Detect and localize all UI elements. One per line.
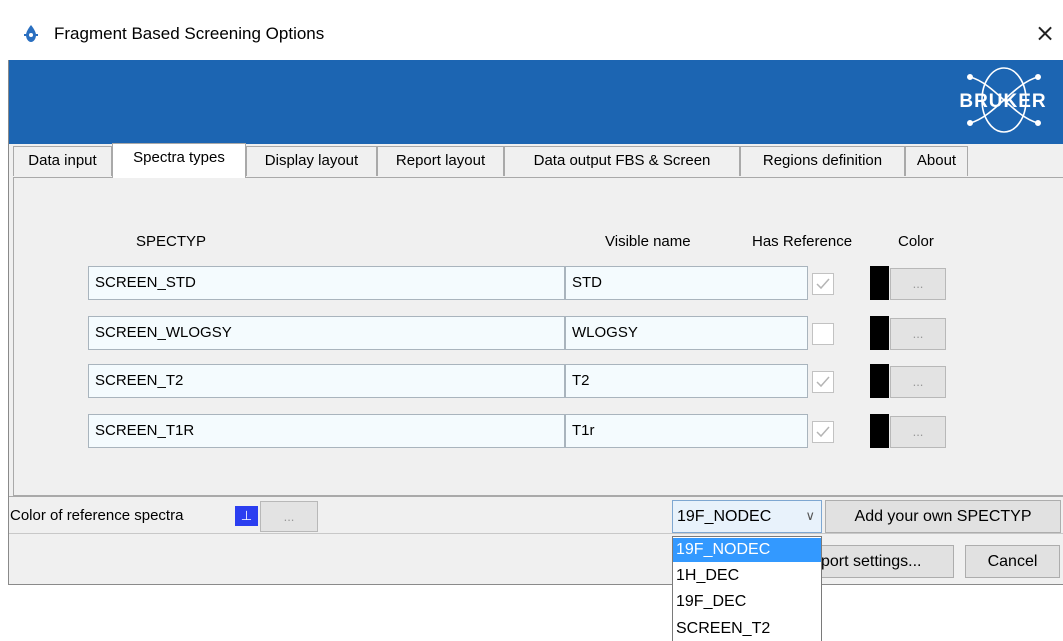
dropdown-option[interactable]: 19F_NODEC — [673, 538, 821, 562]
spectyp-field[interactable]: SCREEN_WLOGSY — [88, 316, 565, 350]
checkmark-icon — [816, 278, 830, 290]
tab-data-output[interactable]: Data output FBS & Screen — [504, 146, 740, 176]
spectyp-field[interactable]: SCREEN_T1R — [88, 414, 565, 448]
tab-data-input[interactable]: Data input — [13, 146, 112, 176]
tab-display-layout[interactable]: Display layout — [246, 146, 377, 176]
pick-color-button[interactable]: ... — [890, 366, 946, 398]
divider — [9, 533, 1063, 534]
pick-color-button[interactable]: ... — [890, 318, 946, 350]
close-button[interactable]: × — [1032, 20, 1058, 46]
color-swatch — [870, 414, 889, 448]
export-settings-button[interactable]: port settings... — [812, 545, 954, 578]
tab-report-layout[interactable]: Report layout — [377, 146, 504, 176]
window-title: Fragment Based Screening Options — [54, 24, 325, 43]
has-reference-checkbox[interactable] — [812, 323, 834, 345]
combobox-value: 19F_NODEC — [677, 508, 772, 525]
column-header-color: Color — [898, 233, 934, 250]
color-swatch — [870, 316, 889, 350]
color-swatch — [870, 266, 889, 300]
visible-name-field[interactable]: WLOGSY — [565, 316, 808, 350]
tab-regions-definition[interactable]: Regions definition — [740, 146, 905, 176]
bruker-logo: BRUKER — [959, 67, 1046, 133]
pick-color-button[interactable]: ... — [890, 416, 946, 448]
pick-reference-color-button[interactable]: ... — [260, 501, 318, 532]
column-header-visible-name: Visible name — [605, 233, 691, 250]
spectyp-field[interactable]: SCREEN_STD — [88, 266, 565, 300]
visible-name-field[interactable]: T2 — [565, 364, 808, 398]
pick-color-button[interactable]: ... — [890, 268, 946, 300]
app-icon — [24, 25, 38, 42]
divider — [9, 496, 1063, 497]
header-banner — [9, 60, 1063, 144]
add-spectyp-button[interactable]: Add your own SPECTYP — [825, 500, 1061, 533]
reference-color-swatch: ⊥ — [235, 506, 258, 526]
visible-name-field[interactable]: STD — [565, 266, 808, 300]
has-reference-checkbox[interactable] — [812, 421, 834, 443]
dropdown-option[interactable]: 19F_DEC — [673, 590, 821, 614]
spectyp-field[interactable]: SCREEN_T2 — [88, 364, 565, 398]
visible-name-field[interactable]: T1r — [565, 414, 808, 448]
tab-about[interactable]: About — [905, 146, 968, 176]
cancel-button[interactable]: Cancel — [965, 545, 1060, 578]
spectyp-combobox[interactable]: 19F_NODEC ∨ — [672, 500, 822, 533]
bruker-logo-text: BRUKER — [959, 91, 1046, 112]
spectyp-dropdown-list: 19F_NODEC 1H_DEC 19F_DEC SCREEN_T2 — [672, 536, 822, 641]
column-header-has-reference: Has Reference — [752, 233, 853, 250]
reference-color-label: Color of reference spectra — [10, 507, 184, 524]
has-reference-checkbox[interactable] — [812, 371, 834, 393]
checkmark-icon — [816, 426, 830, 438]
chevron-down-icon[interactable]: ∨ — [805, 501, 815, 532]
checkmark-icon — [816, 376, 830, 388]
column-header-spectyp: SPECTYP — [136, 233, 207, 250]
tab-spectra-types[interactable]: Spectra types — [112, 143, 246, 178]
color-swatch — [870, 364, 889, 398]
dropdown-option[interactable]: 1H_DEC — [673, 564, 821, 588]
dropdown-option[interactable]: SCREEN_T2 — [673, 617, 821, 641]
has-reference-checkbox[interactable] — [812, 273, 834, 295]
